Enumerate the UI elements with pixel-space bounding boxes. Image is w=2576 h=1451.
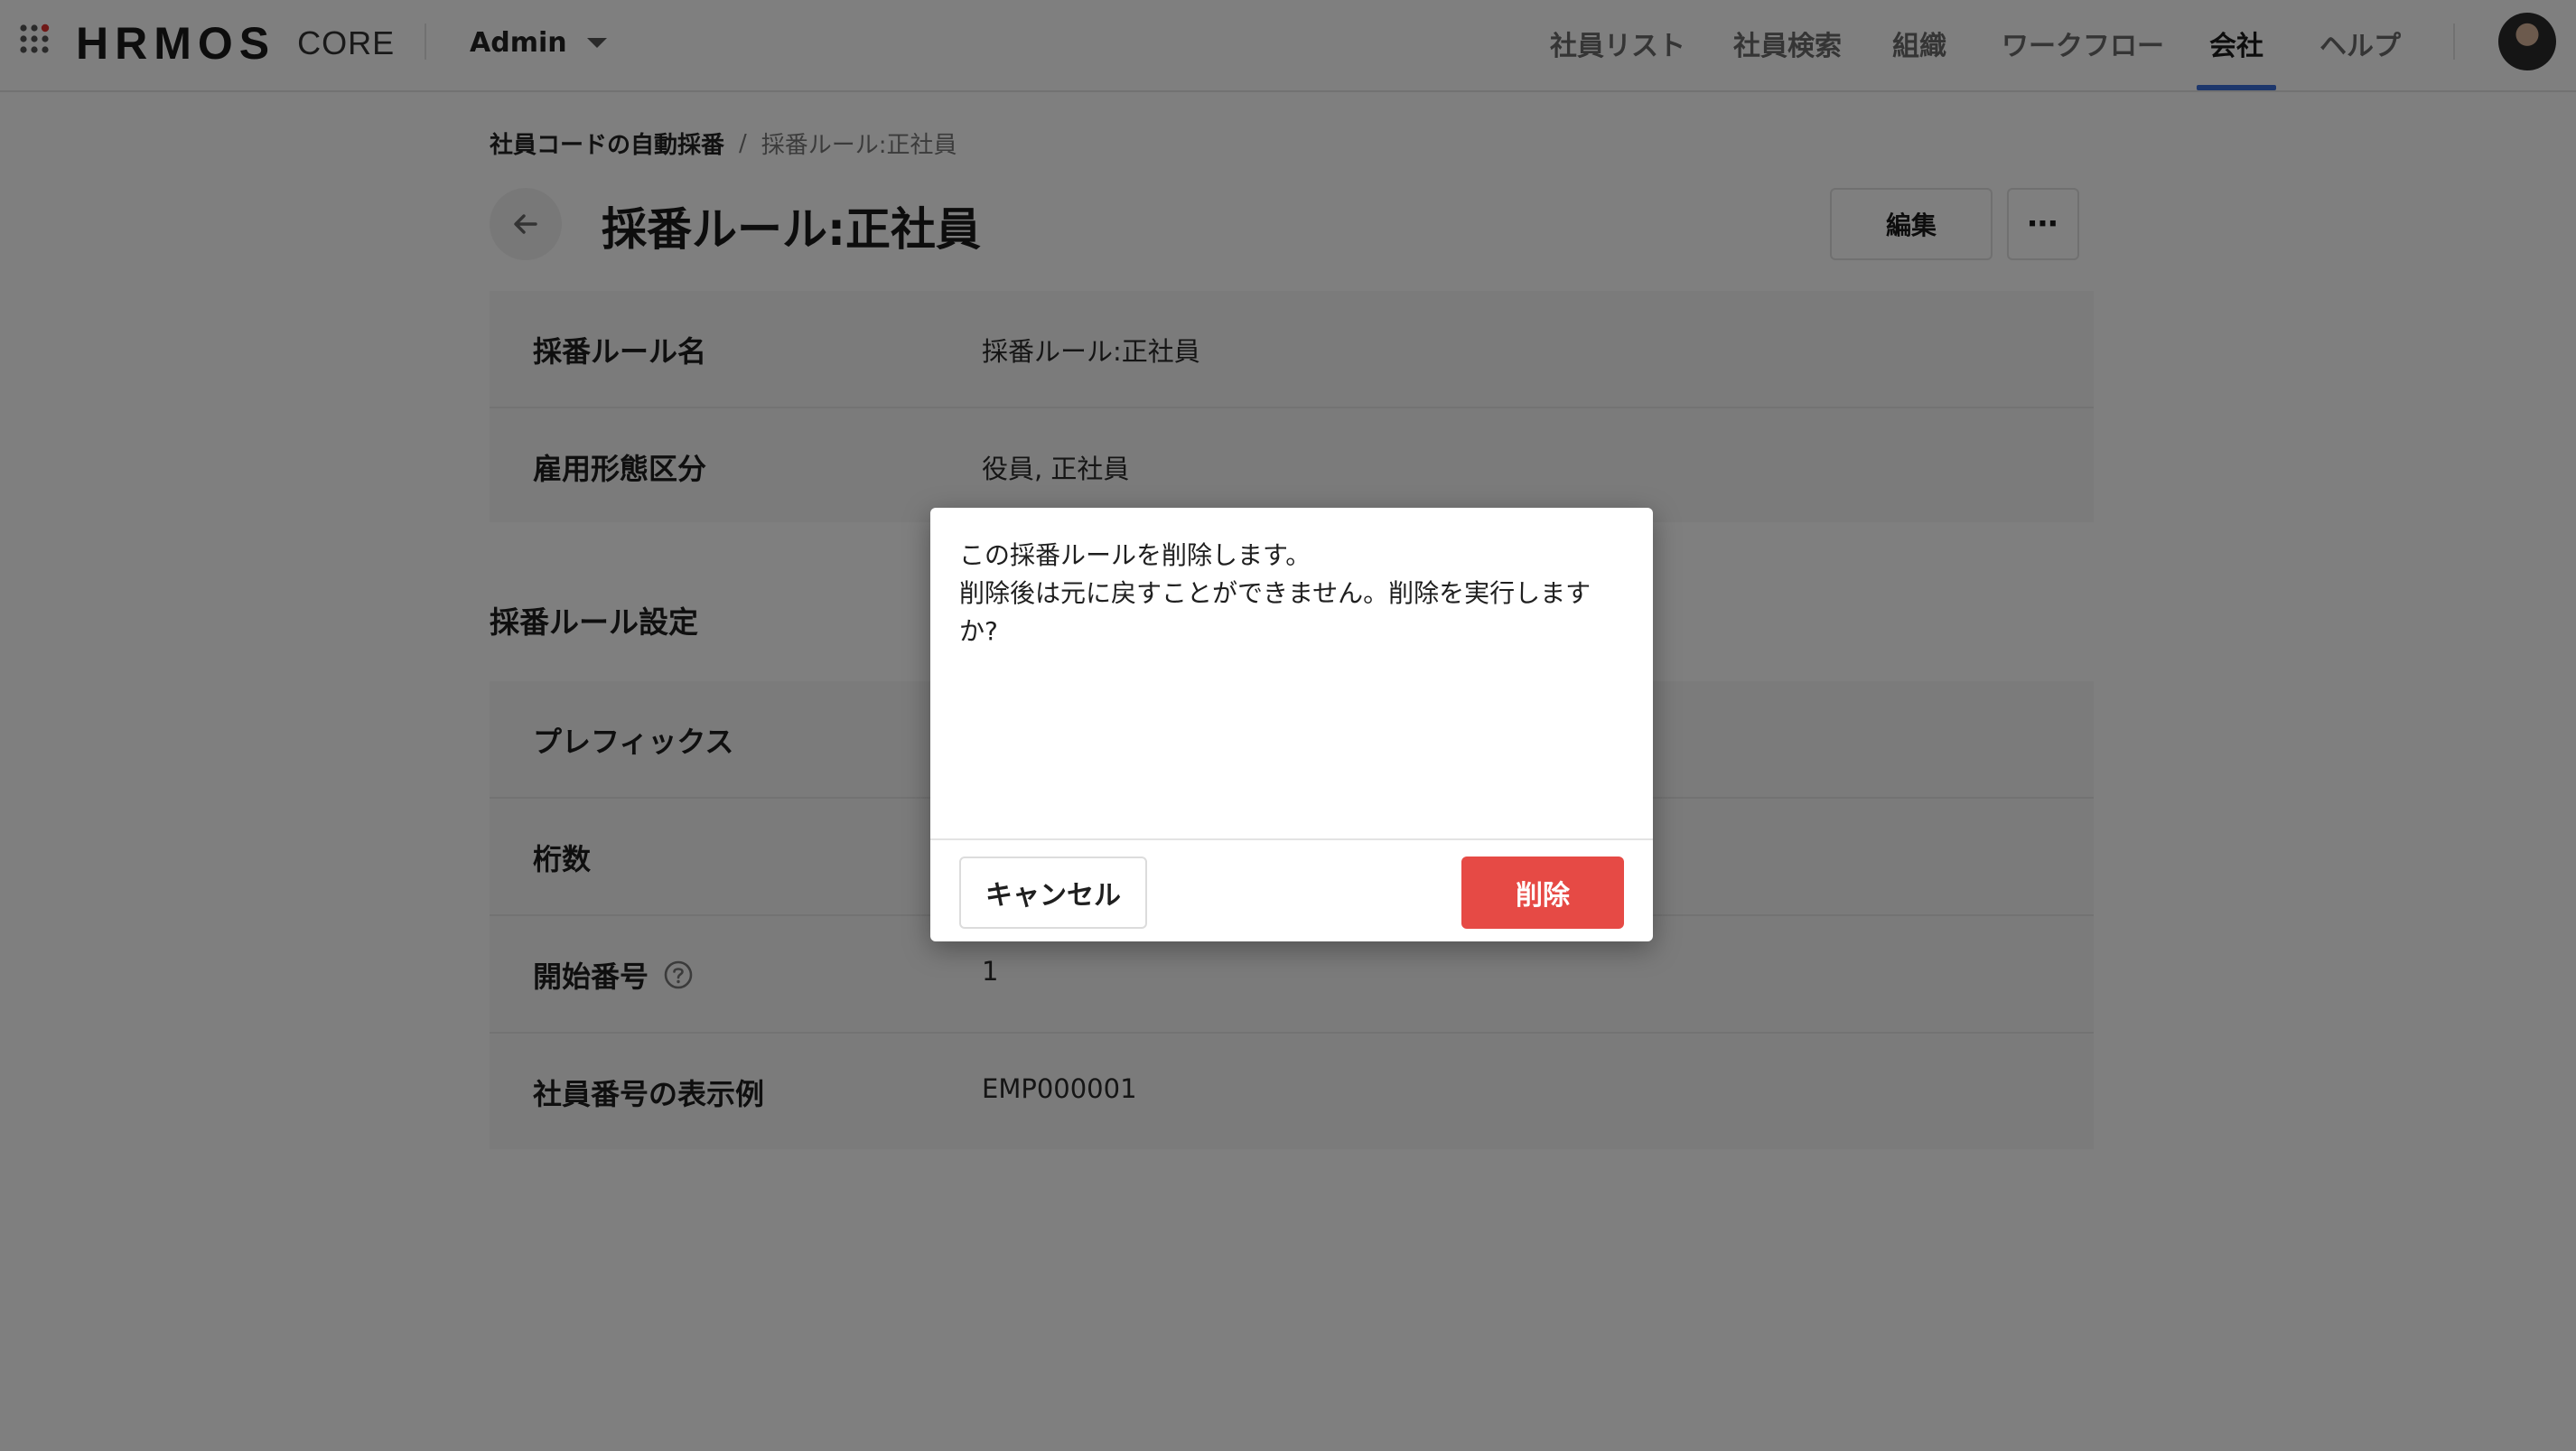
dialog-message: この採番ルールを削除します。 削除後は元に戻すことができません。削除を実行します… (959, 537, 1628, 651)
dialog-message-line: この採番ルールを削除します。 (959, 540, 1311, 570)
delete-button[interactable]: 削除 (1461, 857, 1624, 929)
dialog-footer: キャンセル 削除 (930, 838, 1653, 941)
delete-confirm-dialog: この採番ルールを削除します。 削除後は元に戻すことができません。削除を実行します… (930, 508, 1653, 941)
cancel-button[interactable]: キャンセル (959, 857, 1147, 929)
dialog-message-line: 削除後は元に戻すことができません。削除を実行しますか? (959, 578, 1591, 646)
